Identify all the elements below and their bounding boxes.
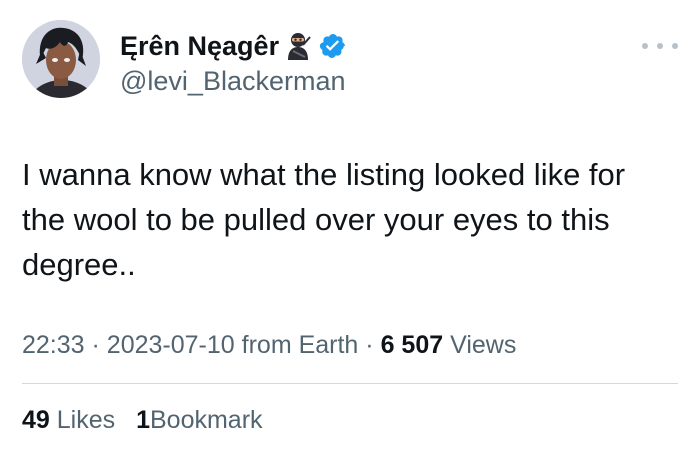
tweet-header: Ęrên Nęagêr @levi_Blackerman <box>0 0 700 110</box>
ninja-emoji-icon <box>283 31 313 61</box>
more-dot <box>642 43 648 49</box>
bookmarks-stat[interactable]: 1Bookmark <box>136 406 262 434</box>
verified-badge-icon <box>319 32 347 60</box>
tweet-meta: 22:33 · 2023-07-10 from Earth · 6 507 Vi… <box>22 328 516 362</box>
likes-stat[interactable]: 49 Likes <box>22 406 122 434</box>
avatar-image <box>22 20 100 98</box>
more-options-icon[interactable] <box>642 36 678 56</box>
author-handle[interactable]: @levi_Blackerman <box>120 64 346 98</box>
more-dot <box>672 43 678 49</box>
meta-separator: · <box>91 331 100 359</box>
tweet-source: from Earth <box>241 331 359 359</box>
likes-count: 49 <box>22 406 50 434</box>
more-dot <box>657 43 663 49</box>
meta-separator: · <box>365 331 374 359</box>
author-name-row: Ęrên Nęagêr <box>120 28 347 64</box>
tweet-stats: 49 Likes 1Bookmark <box>22 402 277 438</box>
tweet-text: I wanna know what the listing looked lik… <box>22 157 626 282</box>
tweet-time[interactable]: 22:33 <box>22 331 85 359</box>
tweet-date[interactable]: 2023-07-10 <box>107 331 235 359</box>
views-count: 6 507 <box>380 331 444 359</box>
bookmarks-label: Bookmark <box>150 406 263 434</box>
bookmarks-count: 1 <box>136 406 150 434</box>
views-label: Views <box>450 331 517 359</box>
divider <box>22 383 678 384</box>
avatar[interactable] <box>22 20 100 98</box>
likes-label: Likes <box>56 406 116 434</box>
display-name[interactable]: Ęrên Nęagêr <box>120 28 279 64</box>
